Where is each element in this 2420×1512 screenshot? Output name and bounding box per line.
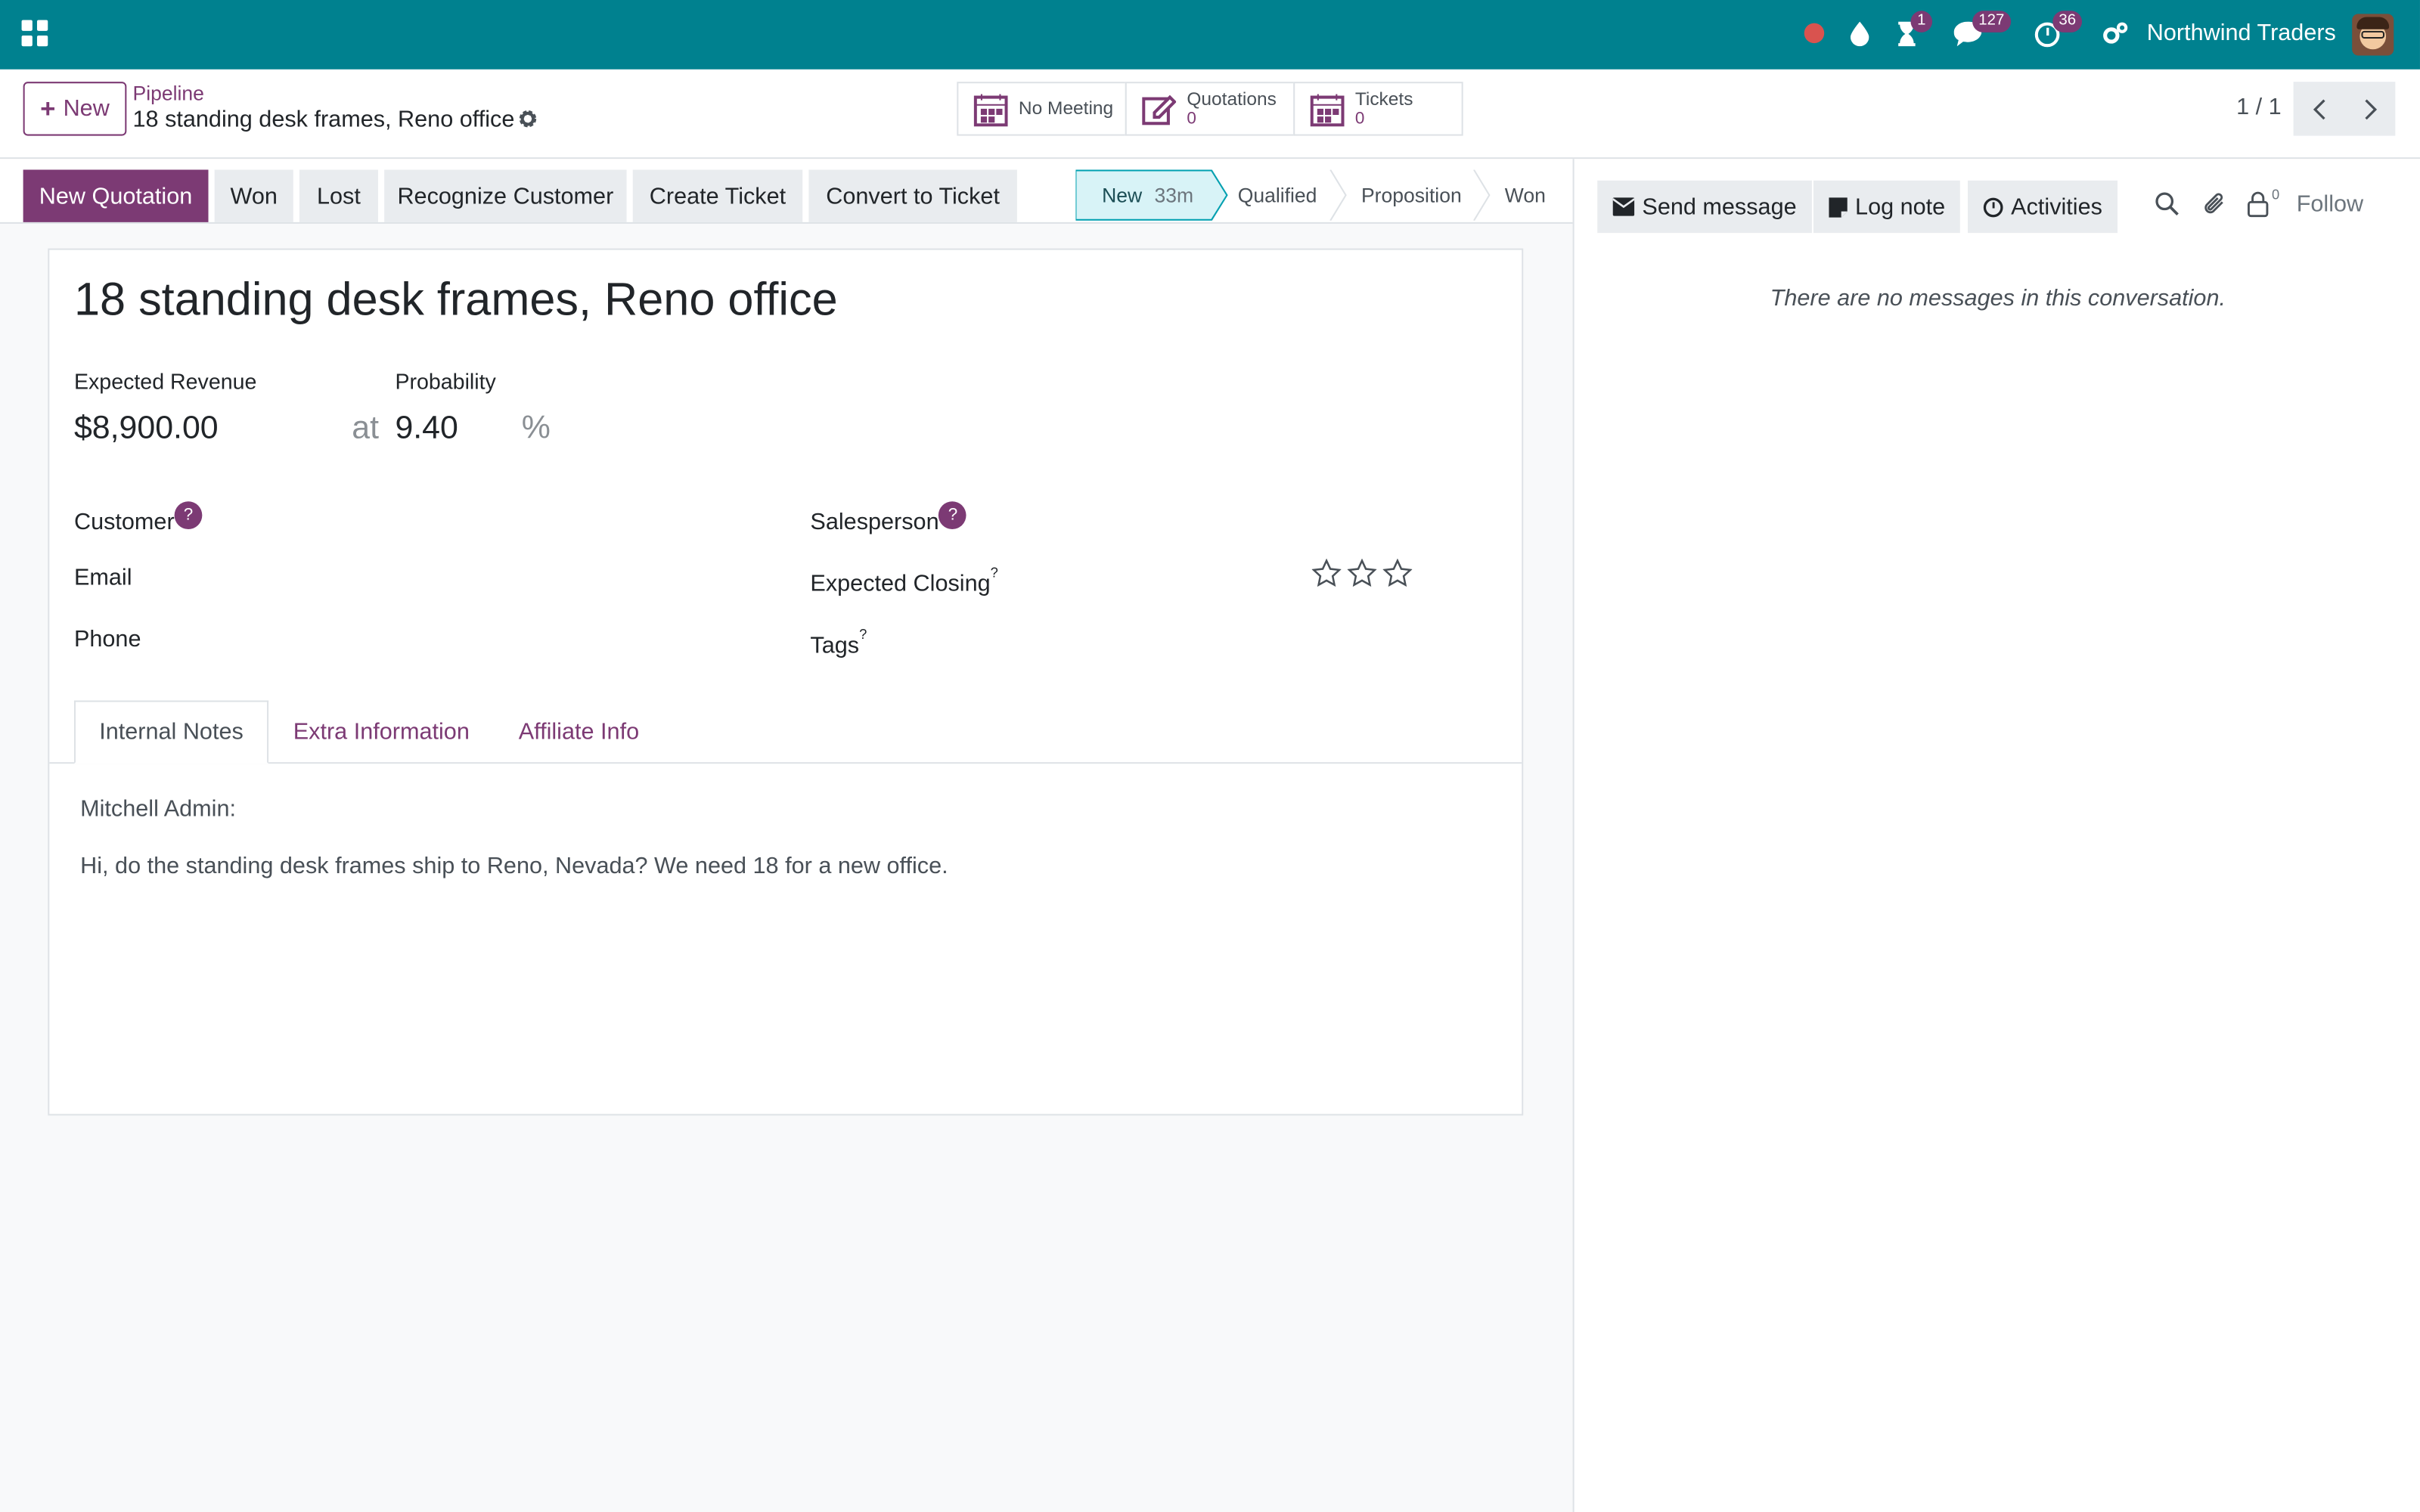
- new-quotation-button[interactable]: New Quotation: [23, 169, 209, 222]
- lock-followers-icon[interactable]: [2247, 191, 2269, 218]
- calendar-icon: [973, 93, 1008, 126]
- top-navbar: 1 127 36 Northwind Traders: [0, 0, 2420, 70]
- new-button[interactable]: + New: [23, 82, 127, 136]
- activities-label: Activities: [2011, 194, 2102, 220]
- smart-button-meeting-label: No Meeting: [1018, 97, 1114, 119]
- smart-button-tickets-label: Tickets: [1354, 88, 1413, 110]
- tab-extra-information[interactable]: Extra Information: [293, 701, 470, 764]
- calendar-icon: [1310, 93, 1345, 126]
- search-icon[interactable]: [2155, 191, 2180, 216]
- expected-revenue-label: Expected Revenue: [73, 368, 257, 394]
- probability-field[interactable]: 9.40: [395, 411, 458, 448]
- stage-won[interactable]: Won: [1505, 169, 1567, 218]
- clock-icon[interactable]: 36: [2031, 11, 2083, 52]
- activities-button[interactable]: Activities: [1968, 180, 2118, 234]
- lost-button[interactable]: Lost: [299, 169, 378, 222]
- at-separator: at: [352, 410, 380, 446]
- chatter-panel: Send message Log note Activities 0 Follo…: [1572, 159, 2420, 1512]
- note-body[interactable]: Hi, do the standing desk frames ship to …: [80, 854, 948, 880]
- smart-button-quotations-label: Quotations: [1187, 88, 1277, 110]
- empty-conversation-message: There are no messages in this conversati…: [1770, 285, 2226, 312]
- customer-help-icon[interactable]: ?: [174, 501, 203, 529]
- send-message-button[interactable]: Send message: [1597, 180, 1813, 234]
- envelope-icon: [1612, 197, 1635, 216]
- tags-help[interactable]: ?: [859, 627, 867, 642]
- record-actions-gear-icon[interactable]: [517, 108, 539, 130]
- new-button-label: New: [63, 95, 110, 122]
- salesperson-help-icon[interactable]: ?: [939, 501, 967, 529]
- messages-icon[interactable]: 127: [1951, 11, 2011, 52]
- edit-document-icon: [1142, 94, 1177, 125]
- activity-hourglass-icon[interactable]: 1: [1892, 11, 1933, 52]
- probability-label: Probability: [395, 368, 496, 394]
- follow-button[interactable]: Follow: [2297, 191, 2363, 218]
- smart-button-quotations[interactable]: Quotations 0: [1125, 82, 1295, 136]
- tab-affiliate-info[interactable]: Affiliate Info: [519, 701, 639, 764]
- breadcrumb-pipeline[interactable]: Pipeline: [133, 82, 204, 105]
- tags-label-text: Tags: [810, 632, 860, 659]
- smart-button-quotations-count: 0: [1187, 109, 1196, 129]
- activity-badge: 1: [1910, 11, 1933, 33]
- stage-new-duration: 33m: [1154, 182, 1194, 206]
- customer-label-text: Customer: [73, 509, 175, 536]
- control-panel: + New Pipeline 18 standing desk frames, …: [0, 69, 2420, 160]
- drop-icon[interactable]: [1846, 15, 1874, 52]
- company-switcher[interactable]: Northwind Traders: [2147, 20, 2336, 47]
- expected-closing-label: Expected Closing?: [810, 565, 997, 597]
- smart-button-tickets[interactable]: Tickets 0: [1293, 82, 1463, 136]
- notebook-tabs: Internal Notes Extra Information Affilia…: [73, 700, 1522, 764]
- expected-revenue-field[interactable]: $8,900.00: [74, 411, 219, 448]
- followers-count: 0: [2272, 186, 2280, 203]
- paperclip-icon[interactable]: [2202, 191, 2227, 218]
- email-label: Email: [73, 564, 132, 591]
- percent-sign: %: [521, 410, 551, 446]
- won-button[interactable]: Won: [214, 169, 293, 222]
- star-icon[interactable]: [1382, 558, 1413, 588]
- expected-closing-label-text: Expected Closing: [810, 571, 991, 597]
- log-note-label: Log note: [1855, 194, 1946, 220]
- tags-label: Tags?: [810, 627, 867, 659]
- star-icon[interactable]: [1347, 558, 1377, 588]
- phone-label: Phone: [73, 626, 141, 653]
- star-icon[interactable]: [1311, 558, 1342, 588]
- chevron-right-icon: [2364, 98, 2377, 119]
- user-avatar[interactable]: [2352, 14, 2394, 56]
- form-statusbar: New Quotation Won Lost Recognize Custome…: [0, 159, 1573, 224]
- priority-stars: [1311, 558, 1413, 588]
- settings-gears-icon[interactable]: [2101, 15, 2129, 52]
- log-note-button[interactable]: Log note: [1813, 180, 1961, 234]
- chevron-left-icon: [2312, 98, 2325, 119]
- recording-indicator-icon[interactable]: [1804, 23, 1825, 44]
- stage-qualified[interactable]: Qualified: [1238, 169, 1346, 218]
- opportunity-title-field[interactable]: 18 standing desk frames, Reno office: [74, 274, 838, 327]
- messages-badge: 127: [1972, 11, 2011, 33]
- plus-icon: +: [40, 93, 56, 123]
- breadcrumb-current: 18 standing desk frames, Reno office: [132, 106, 515, 133]
- smart-button-tickets-count: 0: [1354, 109, 1365, 129]
- pager-previous-button[interactable]: [2293, 82, 2344, 136]
- recognize-customer-button[interactable]: Recognize Customer: [384, 169, 627, 222]
- send-message-label: Send message: [1642, 194, 1797, 220]
- clock-icon: [1983, 197, 2003, 217]
- form-sheet: 18 standing desk frames, Reno office Exp…: [48, 248, 1524, 1116]
- tab-internal-notes[interactable]: Internal Notes: [73, 700, 269, 764]
- salesperson-label: Salesperson?: [810, 501, 967, 536]
- note-author: Mitchell Admin:: [80, 796, 236, 823]
- customer-label: Customer?: [73, 501, 203, 536]
- apps-menu-icon[interactable]: [21, 20, 48, 47]
- tab-divider: [49, 762, 1522, 764]
- create-ticket-button[interactable]: Create Ticket: [632, 169, 803, 222]
- convert-to-ticket-button[interactable]: Convert to Ticket: [808, 169, 1017, 222]
- expected-closing-help[interactable]: ?: [991, 565, 998, 580]
- stage-new[interactable]: New 33m: [1102, 169, 1225, 218]
- pager-value[interactable]: 1 / 1: [2236, 94, 2282, 120]
- pager-next-button[interactable]: [2344, 82, 2396, 136]
- stage-new-label: New: [1102, 182, 1143, 206]
- salesperson-label-text: Salesperson: [810, 509, 939, 536]
- smart-button-meeting[interactable]: No Meeting: [957, 82, 1127, 136]
- stage-proposition[interactable]: Proposition: [1361, 169, 1485, 218]
- clock-badge: 36: [2052, 11, 2083, 33]
- note-icon: [1829, 197, 1848, 217]
